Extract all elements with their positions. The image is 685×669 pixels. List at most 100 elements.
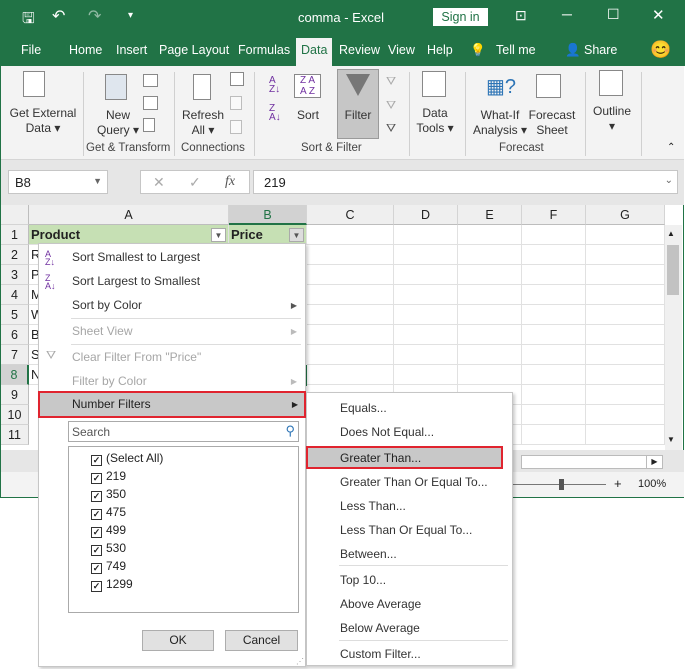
checkbox[interactable]: ✓ <box>91 545 102 556</box>
expand-formula-icon[interactable]: ⌄ <box>665 175 673 186</box>
menu-item-between[interactable]: Between... <box>340 547 397 561</box>
cell[interactable] <box>458 285 522 305</box>
cell[interactable] <box>307 345 394 365</box>
recent-sources-icon[interactable] <box>143 118 155 132</box>
zoom-in-icon[interactable]: + <box>614 476 622 491</box>
column-header[interactable]: A <box>29 205 229 225</box>
tab-insert[interactable]: Insert <box>116 43 147 57</box>
scroll-right-icon[interactable]: ▶ <box>646 455 663 469</box>
cell[interactable] <box>394 325 458 345</box>
cell[interactable] <box>458 265 522 285</box>
close-icon[interactable]: ✕ <box>652 6 665 24</box>
cell[interactable] <box>586 425 665 445</box>
redo-icon[interactable]: ↷ <box>88 6 101 26</box>
cell[interactable] <box>522 285 586 305</box>
checklist-item[interactable]: ✓ 749 <box>91 559 126 574</box>
cell[interactable] <box>307 265 394 285</box>
advanced-filter-icon[interactable]: ⛛ <box>386 121 396 136</box>
cell[interactable] <box>522 385 586 405</box>
forecast-sheet-button[interactable]: Forecast Sheet <box>527 108 577 138</box>
menu-item-does-not-equal[interactable]: Does Not Equal... <box>340 425 434 439</box>
checkbox[interactable]: ✓ <box>91 563 102 574</box>
scroll-up-icon[interactable]: ▲ <box>667 229 675 238</box>
sort-button[interactable]: Sort <box>291 108 325 123</box>
row-header[interactable]: 3 <box>1 265 29 285</box>
cell[interactable] <box>458 325 522 345</box>
from-table-icon[interactable] <box>143 96 158 110</box>
cell[interactable] <box>307 245 394 265</box>
menu-item-number-filters[interactable]: Number Filters ▶ <box>38 391 306 418</box>
cell[interactable] <box>394 305 458 325</box>
cell[interactable] <box>586 265 665 285</box>
tab-view[interactable]: View <box>388 43 415 57</box>
refresh-all-button[interactable]: Refresh All ▾ <box>179 108 227 138</box>
cell[interactable] <box>394 345 458 365</box>
sort-a-z-icon[interactable]: A Z↓ <box>269 76 280 95</box>
enter-icon[interactable]: ✓ <box>189 174 201 191</box>
zoom-slider-thumb[interactable] <box>559 479 564 490</box>
cell[interactable] <box>522 225 586 245</box>
cell[interactable] <box>586 305 665 325</box>
cell[interactable] <box>307 225 394 245</box>
cell[interactable] <box>394 265 458 285</box>
cell[interactable] <box>458 365 522 385</box>
insert-function-icon[interactable]: fx <box>225 174 235 190</box>
filter-dropdown-button[interactable]: ▼ <box>289 228 304 242</box>
tab-help[interactable]: Help <box>427 43 453 57</box>
save-icon[interactable]: 🖫 <box>22 8 35 33</box>
menu-item-sort-by-color[interactable]: Sort by Color <box>72 298 142 312</box>
share-button[interactable]: Share <box>584 43 617 57</box>
checkbox[interactable]: ✓ <box>91 581 102 592</box>
scroll-down-icon[interactable]: ▼ <box>667 435 675 444</box>
column-header[interactable]: C <box>307 205 394 225</box>
column-header[interactable]: D <box>394 205 458 225</box>
data-tools-button[interactable]: Data Tools ▾ <box>414 106 456 136</box>
connections-icon[interactable] <box>230 72 244 86</box>
scroll-thumb[interactable] <box>667 245 679 295</box>
cancel-icon[interactable]: ✕ <box>153 174 165 191</box>
filter-dropdown-button[interactable]: ▼ <box>211 228 226 242</box>
row-header[interactable]: 8 <box>1 365 29 385</box>
cell[interactable] <box>522 265 586 285</box>
show-queries-icon[interactable] <box>143 74 158 87</box>
sign-in-button[interactable]: Sign in <box>433 8 488 26</box>
cell[interactable] <box>307 285 394 305</box>
cell[interactable] <box>522 325 586 345</box>
cell[interactable] <box>307 365 394 385</box>
sort-z-a-icon[interactable]: Z A↓ <box>269 104 281 123</box>
menu-item-sort-descending[interactable]: Sort Largest to Smallest <box>72 274 200 288</box>
cell[interactable] <box>522 245 586 265</box>
menu-item-less-than[interactable]: Less Than... <box>340 499 406 513</box>
name-box[interactable]: B8 ▼ <box>8 170 108 194</box>
cell[interactable] <box>458 345 522 365</box>
row-header[interactable]: 1 <box>1 225 29 245</box>
cell[interactable] <box>394 285 458 305</box>
select-all-corner[interactable] <box>1 205 29 225</box>
cell[interactable] <box>458 225 522 245</box>
checklist-item[interactable]: ✓ 499 <box>91 523 126 538</box>
undo-icon[interactable]: ↶ <box>52 6 65 26</box>
row-header[interactable]: 6 <box>1 325 29 345</box>
smiley-icon[interactable]: 😊 <box>650 40 671 60</box>
cell[interactable] <box>307 325 394 345</box>
cell[interactable] <box>586 285 665 305</box>
column-header[interactable]: B <box>229 205 307 225</box>
cell[interactable] <box>586 345 665 365</box>
resize-grip-icon[interactable]: ⋰ <box>296 657 304 666</box>
get-external-data-button[interactable]: Get External Data ▾ <box>5 106 81 136</box>
row-header[interactable]: 7 <box>1 345 29 365</box>
collapse-ribbon-icon[interactable]: ⌃ <box>667 142 675 153</box>
column-header[interactable]: E <box>458 205 522 225</box>
tab-review[interactable]: Review <box>339 43 380 57</box>
cell[interactable] <box>586 245 665 265</box>
cell-b1[interactable]: Price ▼ <box>229 225 307 245</box>
checklist-item[interactable]: ✓ 350 <box>91 487 126 502</box>
row-header[interactable]: 10 <box>1 405 29 425</box>
new-query-button[interactable]: New Query ▾ <box>93 108 143 138</box>
menu-item-greater-than[interactable]: Greater Than... <box>306 446 503 469</box>
menu-item-below-average[interactable]: Below Average <box>340 621 420 635</box>
checkbox[interactable]: ✓ <box>91 509 102 520</box>
filter-button[interactable]: Filter <box>337 69 379 139</box>
menu-item-equals[interactable]: Equals... <box>340 401 387 415</box>
checklist-item[interactable]: ✓ (Select All) <box>91 451 163 466</box>
